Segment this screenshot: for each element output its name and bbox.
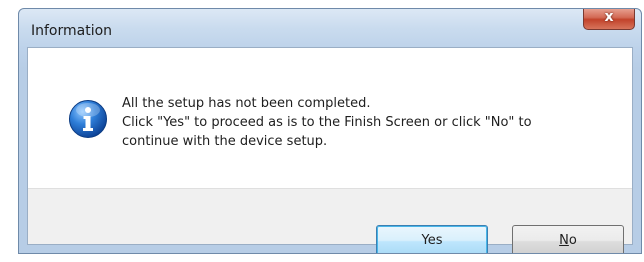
close-icon: x (604, 9, 614, 25)
no-button[interactable]: No (512, 225, 624, 253)
stage: Information x All the setup has not been… (0, 0, 644, 262)
button-bar: Yes No (28, 188, 632, 253)
message-area: All the setup has not been completed. Cl… (28, 48, 632, 188)
message-line-3: continue with the device setup. (122, 134, 328, 149)
info-icon (69, 100, 107, 138)
title-bar[interactable]: Information x (19, 9, 641, 47)
message-text: All the setup has not been completed. Cl… (122, 94, 622, 151)
dialog-window: Information x All the setup has not been… (18, 8, 642, 254)
no-button-mnemonic: N (559, 233, 569, 248)
yes-button[interactable]: Yes (376, 225, 488, 253)
yes-button-label: Yes (421, 233, 443, 248)
message-line-1: All the setup has not been completed. (122, 96, 371, 111)
close-button[interactable]: x (583, 9, 635, 30)
window-title: Information (31, 23, 113, 39)
no-button-label-rest: o (568, 233, 577, 248)
message-line-2: Click "Yes" to proceed as is to the Fini… (122, 115, 532, 130)
dialog-client-area: All the setup has not been completed. Cl… (27, 47, 633, 253)
